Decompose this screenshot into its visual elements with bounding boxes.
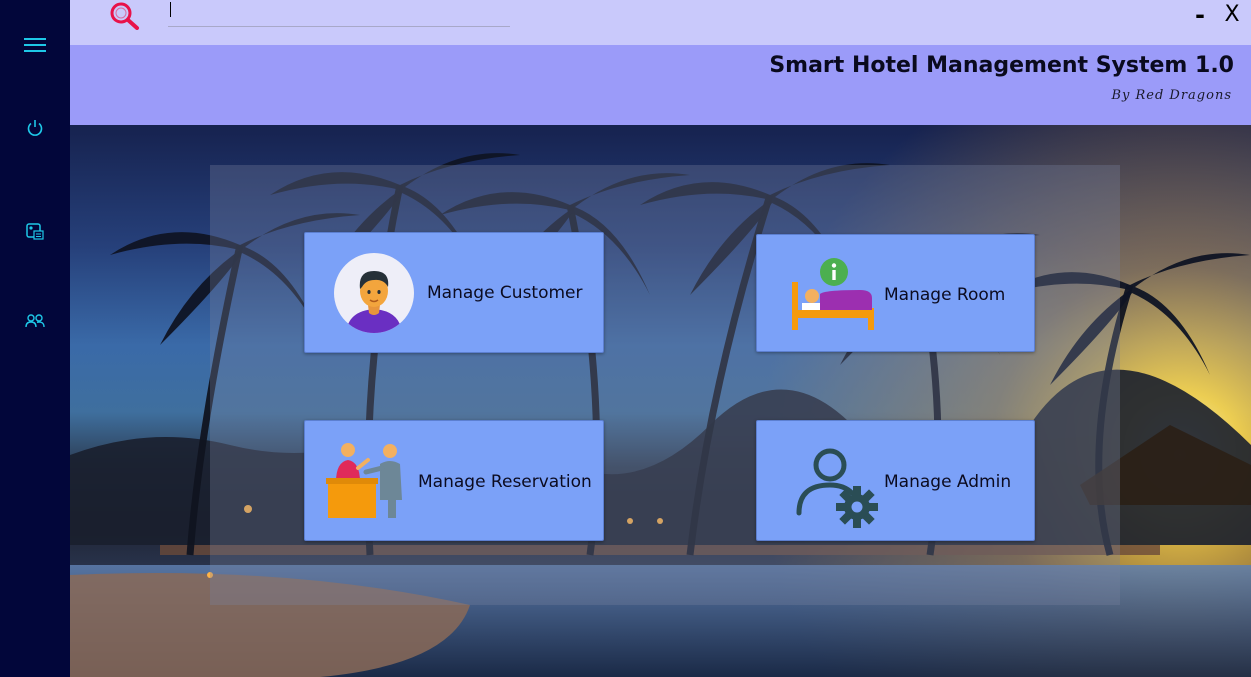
sidebar-power-button[interactable]	[0, 110, 70, 150]
manage-reservation-button[interactable]: Manage Reservation	[304, 420, 604, 541]
reception-desk-icon	[326, 442, 404, 520]
hamburger-menu-icon	[24, 37, 46, 57]
search-input[interactable]	[168, 0, 510, 27]
sidebar	[0, 0, 70, 677]
room-info-icon	[26, 222, 44, 244]
text-caret	[170, 2, 171, 17]
users-icon	[25, 313, 45, 332]
top-search-bar: - X	[70, 0, 1251, 45]
manage-room-label: Manage Room	[884, 285, 1006, 305]
sidebar-users-button[interactable]	[0, 302, 70, 342]
admin-settings-icon	[794, 443, 882, 531]
manage-admin-button[interactable]: Manage Admin	[756, 420, 1035, 541]
sidebar-menu-button[interactable]	[0, 27, 70, 67]
header-banner: Smart Hotel Management System 1.0 By Red…	[70, 45, 1251, 125]
manage-reservation-label: Manage Reservation	[418, 472, 592, 492]
search-icon	[108, 0, 140, 34]
manage-customer-label: Manage Customer	[427, 283, 583, 303]
manage-room-button[interactable]: Manage Room	[756, 234, 1035, 352]
app-title: Smart Hotel Management System 1.0	[769, 53, 1234, 78]
customer-avatar-icon	[334, 253, 414, 333]
search-button[interactable]	[106, 0, 142, 34]
room-bed-icon	[790, 256, 874, 332]
minimize-button[interactable]: -	[1188, 2, 1212, 30]
power-icon	[26, 119, 44, 141]
app-subtitle: By Red Dragons	[1111, 88, 1232, 103]
manage-customer-button[interactable]: Manage Customer	[304, 232, 604, 353]
close-button[interactable]: X	[1220, 2, 1244, 30]
manage-admin-label: Manage Admin	[884, 472, 1012, 492]
sidebar-room-button[interactable]	[0, 213, 70, 253]
